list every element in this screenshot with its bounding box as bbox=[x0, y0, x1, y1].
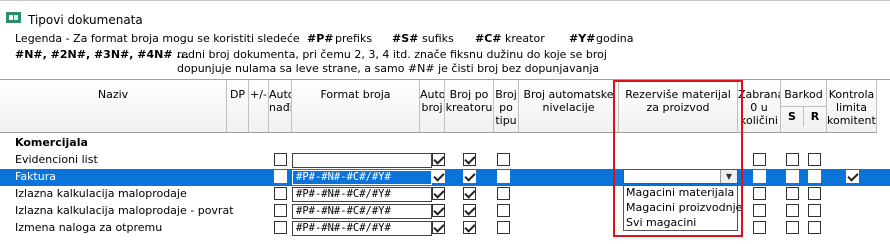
broj-po-tipu-checkbox[interactable] bbox=[497, 170, 510, 183]
row-name: Izmena naloga za otpremu bbox=[15, 221, 163, 234]
zabrana-checkbox[interactable] bbox=[753, 221, 766, 234]
col-header-broj-po-tipu[interactable]: Broj po tipu bbox=[494, 80, 519, 133]
format-broja-field[interactable]: #P#-#N#-#C#/#Y# bbox=[292, 221, 432, 236]
legend-row-2: #N#, #2N#, #3N#, #4N# ... redni broj dok… bbox=[15, 48, 890, 62]
auto-nadji-checkbox[interactable] bbox=[274, 221, 287, 234]
col-header-barkod-r[interactable]: R bbox=[804, 106, 827, 126]
broj-po-tipu-checkbox[interactable] bbox=[497, 204, 510, 217]
zabrana-checkbox[interactable] bbox=[753, 153, 766, 166]
table-row[interactable]: Izmena naloga za otpremu #P#-#N#-#C#/#Y# bbox=[0, 220, 890, 237]
broj-po-kreatoru-checkbox[interactable] bbox=[463, 170, 476, 183]
broj-po-kreatoru-checkbox[interactable] bbox=[463, 204, 476, 217]
legend-suffix-code: #S# bbox=[392, 32, 419, 45]
legend-row-1: Legenda - Za format broja mogu se korist… bbox=[15, 32, 890, 46]
chevron-down-icon[interactable]: ▼ bbox=[720, 170, 737, 183]
window-titlebar: Tipovi dokumenata bbox=[0, 0, 890, 30]
broj-po-tipu-checkbox[interactable] bbox=[497, 153, 510, 166]
kontrola-limita-checkbox[interactable] bbox=[846, 170, 859, 183]
document-types-icon bbox=[6, 12, 21, 23]
legend-prefix-text: prefiks bbox=[335, 32, 373, 45]
zabrana-checkbox[interactable] bbox=[753, 170, 766, 183]
legend-creator-text: kreator bbox=[505, 32, 545, 45]
auto-nadji-checkbox[interactable] bbox=[274, 153, 287, 166]
col-header-barkod-s[interactable]: S bbox=[781, 106, 804, 126]
barkod-r-checkbox[interactable] bbox=[808, 187, 821, 200]
barkod-r-checkbox[interactable] bbox=[808, 204, 821, 217]
barkod-r-checkbox[interactable] bbox=[808, 153, 821, 166]
row-name: Izlazna kalkulacija maloprodaje bbox=[15, 187, 187, 200]
barkod-s-checkbox[interactable] bbox=[786, 170, 799, 183]
legend-year-text: godina bbox=[596, 32, 634, 45]
legend-suffix-text: sufiks bbox=[422, 32, 454, 45]
col-header-zabrana[interactable]: Zabrana 0 u količini bbox=[738, 80, 781, 133]
table-row[interactable]: Evidencioni list bbox=[0, 152, 890, 169]
auto-nadji-checkbox[interactable] bbox=[274, 170, 287, 183]
broj-po-tipu-checkbox[interactable] bbox=[497, 221, 510, 234]
broj-po-kreatoru-checkbox[interactable] bbox=[463, 221, 476, 234]
col-header-plus-minus[interactable]: +/- bbox=[249, 80, 269, 133]
dropdown-option[interactable]: Magacini proizvodnje bbox=[624, 201, 742, 216]
row-name: Faktura bbox=[15, 170, 56, 183]
broj-po-kreatoru-checkbox[interactable] bbox=[463, 153, 476, 166]
col-header-rezervise[interactable]: Rezerviše materijal za proizvod bbox=[619, 80, 738, 133]
col-header-format-broja[interactable]: Format broja bbox=[292, 80, 420, 133]
dropdown-option[interactable]: Magacini materijala bbox=[624, 186, 737, 201]
auto-broj-checkbox[interactable] bbox=[432, 187, 445, 200]
rezervise-dropdown-list[interactable]: Magacini materijala Magacini proizvodnje… bbox=[623, 185, 742, 231]
window-title: Tipovi dokumenata bbox=[28, 13, 143, 27]
legend-n-text-1: redni broj dokumenta, pri čemu 2, 3, 4 i… bbox=[177, 48, 607, 61]
dropdown-option[interactable]: Svi magacini bbox=[624, 216, 737, 231]
col-header-dp[interactable]: DP bbox=[227, 80, 249, 133]
group-header: Komercijala bbox=[15, 136, 88, 149]
row-name: Evidencioni list bbox=[15, 153, 98, 166]
legend-creator-code: #C# bbox=[475, 32, 502, 45]
legend-prefix-code: #P# bbox=[307, 32, 334, 45]
zabrana-checkbox[interactable] bbox=[753, 204, 766, 217]
format-broja-field[interactable] bbox=[292, 153, 432, 168]
broj-po-kreatoru-checkbox[interactable] bbox=[463, 187, 476, 200]
broj-po-tipu-checkbox[interactable] bbox=[497, 187, 510, 200]
legend-year-code: #Y# bbox=[569, 32, 596, 45]
barkod-s-checkbox[interactable] bbox=[786, 204, 799, 217]
rezervise-select[interactable]: ▼ bbox=[623, 169, 738, 184]
col-header-auto-broj[interactable]: Auto broj bbox=[420, 80, 445, 133]
table-row-selected[interactable]: Faktura #P#-#N#-#C#/#Y# bbox=[0, 169, 890, 186]
table-row[interactable]: Izlazna kalkulacija maloprodaje #P#-#N#-… bbox=[0, 186, 890, 203]
col-header-broj-po-kreatoru[interactable]: Broj po kreatoru bbox=[445, 80, 494, 133]
auto-broj-checkbox[interactable] bbox=[432, 170, 445, 183]
barkod-r-checkbox[interactable] bbox=[808, 221, 821, 234]
col-header-barkod-label: Barkod bbox=[784, 88, 823, 101]
auto-nadji-checkbox[interactable] bbox=[274, 204, 287, 217]
barkod-s-checkbox[interactable] bbox=[786, 221, 799, 234]
col-header-naziv[interactable]: Naziv bbox=[0, 80, 227, 133]
auto-nadji-checkbox[interactable] bbox=[274, 187, 287, 200]
barkod-r-checkbox[interactable] bbox=[808, 170, 821, 183]
format-broja-field[interactable]: #P#-#N#-#C#/#Y# bbox=[292, 187, 432, 202]
auto-broj-checkbox[interactable] bbox=[432, 153, 445, 166]
auto-broj-checkbox[interactable] bbox=[432, 221, 445, 234]
auto-broj-checkbox[interactable] bbox=[432, 204, 445, 217]
row-name: Izlazna kalkulacija maloprodaje - povrat bbox=[15, 204, 234, 217]
legend-n-text-2: dopunjuje nulama sa leve strane, a samo … bbox=[177, 62, 600, 75]
format-broja-field[interactable]: #P#-#N#-#C#/#Y# bbox=[292, 170, 432, 185]
barkod-s-checkbox[interactable] bbox=[786, 153, 799, 166]
col-header-kontrola[interactable]: Kontrola limita komitenta bbox=[827, 80, 877, 133]
zabrana-checkbox[interactable] bbox=[753, 187, 766, 200]
col-header-auto-nadji[interactable]: Auto nađi bbox=[269, 80, 292, 133]
table-row[interactable]: Izlazna kalkulacija maloprodaje - povrat… bbox=[0, 203, 890, 220]
legend-intro: Legenda - Za format broja mogu se korist… bbox=[15, 32, 300, 45]
format-broja-field[interactable]: #P#-#N#-#C#/#Y# bbox=[292, 204, 432, 219]
barkod-s-checkbox[interactable] bbox=[786, 187, 799, 200]
legend-n-codes: #N#, #2N#, #3N#, #4N# ... bbox=[15, 48, 189, 61]
col-header-broj-automatske-nivelacije[interactable]: Broj automatske nivelacije bbox=[519, 80, 619, 133]
document-types-grid[interactable]: Naziv DP +/- Auto nađi Format broja Auto… bbox=[0, 79, 890, 244]
